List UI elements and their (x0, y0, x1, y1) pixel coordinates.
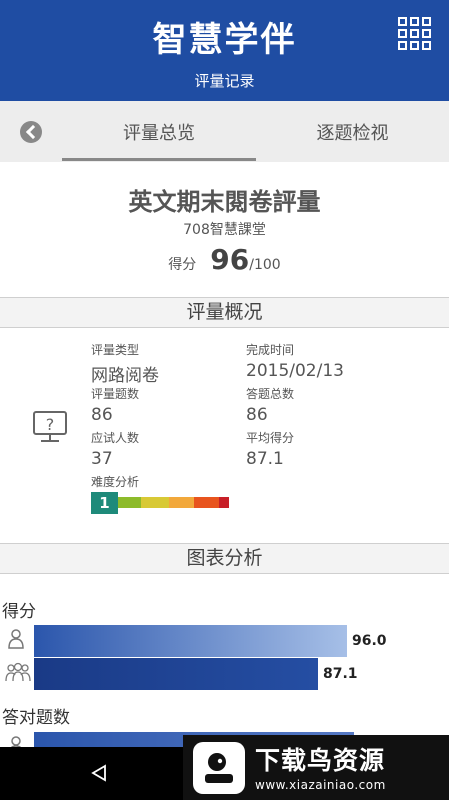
score-total: /100 (249, 257, 281, 273)
group-icon (5, 662, 31, 682)
chart-group-label: 答对题数 (2, 708, 70, 728)
average-label: 平均得分 (246, 431, 295, 445)
average-value: 87.1 (246, 449, 284, 469)
answered-label: 答题总数 (246, 387, 295, 401)
time-value: 2015/02/13 (246, 361, 344, 381)
bar-value-average: 87.1 (323, 666, 358, 682)
difficulty-segment (219, 497, 229, 508)
back-arrow-icon[interactable] (20, 121, 42, 143)
ad-title: 下载鸟资源 (255, 746, 386, 775)
bar-value-personal: 96.0 (352, 633, 387, 649)
app-title: 智慧学伴 (152, 20, 297, 60)
difficulty-segment (194, 497, 219, 508)
chart-bar-personal (34, 625, 347, 657)
overview-section-title: 评量概况 (0, 297, 449, 328)
difficulty-segment (141, 497, 169, 508)
ad-url: www.xiazainiao.com (255, 778, 386, 792)
difficulty-label: 难度分析 (91, 475, 140, 489)
tab-overview[interactable]: 评量总览 (62, 119, 256, 145)
nav-back-icon[interactable] (90, 764, 108, 782)
difficulty-level: 1 (91, 492, 118, 514)
svg-text:?: ? (46, 415, 55, 434)
type-value: 网路阅卷 (91, 366, 159, 386)
count-label: 评量题数 (91, 387, 140, 401)
chart-section-title: 图表分析 (0, 543, 449, 574)
answered-value: 86 (246, 405, 268, 425)
ad-bird-logo-icon (193, 742, 245, 794)
class-name: 708智慧課堂 (183, 222, 266, 238)
app-header: 智慧学伴 评量记录 (0, 0, 449, 101)
chart-bar-average (34, 658, 318, 690)
tab-question-review[interactable]: 逐题检视 (256, 119, 449, 145)
difficulty-segment (169, 497, 194, 508)
count-value: 86 (91, 405, 113, 425)
type-label: 评量类型 (91, 343, 140, 357)
tab-bar: 评量总览 逐题检视 (0, 101, 449, 162)
grid-menu-icon[interactable] (398, 17, 431, 50)
examinees-value: 37 (91, 449, 113, 469)
chart-group-label: 得分 (2, 602, 36, 622)
active-tab-indicator (62, 158, 256, 161)
exam-title: 英文期末閱卷評量 (128, 188, 321, 216)
score-value: 96 (210, 243, 250, 276)
difficulty-segment (118, 497, 141, 508)
score-line: 得分 96/100 (0, 243, 449, 276)
time-label: 完成时间 (246, 343, 295, 357)
examinees-label: 应试人数 (91, 431, 140, 445)
monitor-question-icon: ? (33, 411, 67, 442)
person-icon (8, 629, 24, 649)
page-subtitle: 评量记录 (194, 72, 255, 90)
difficulty-bar: 1 (91, 492, 229, 514)
score-label: 得分 (168, 257, 197, 273)
